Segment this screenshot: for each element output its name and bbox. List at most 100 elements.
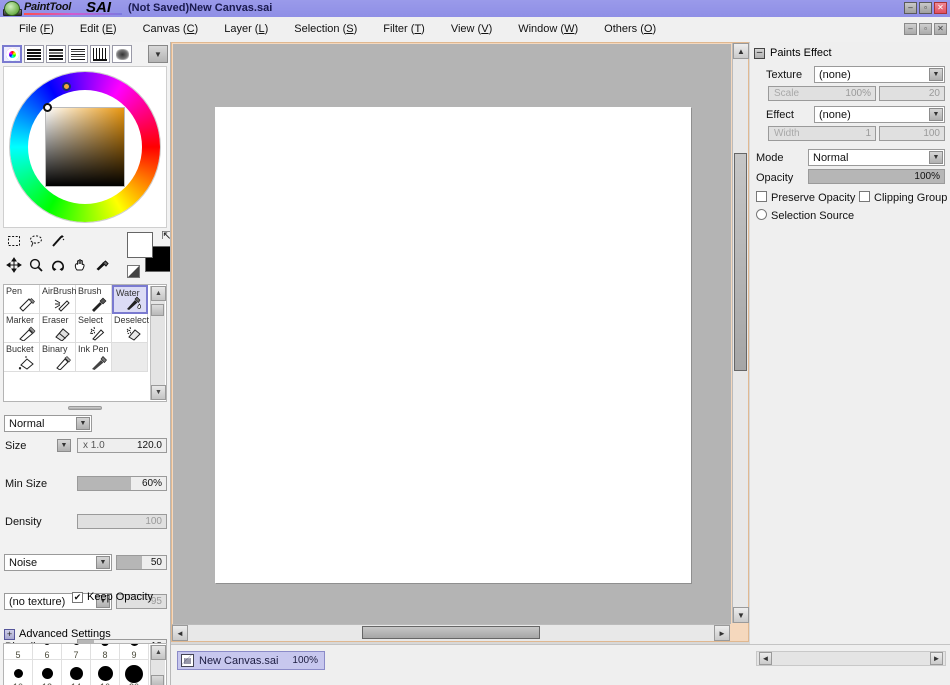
canvas-horizontal-scrollbar[interactable]: ◄ ►	[172, 624, 730, 641]
color-wheel-panel[interactable]	[3, 66, 167, 228]
brush-tool-brush[interactable]: Brush	[76, 285, 112, 314]
texture-scale-slider[interactable]: Scale 100%	[768, 86, 876, 101]
selection-source-radio[interactable]	[756, 209, 767, 220]
canvas-vscroll-thumb[interactable]	[734, 153, 747, 371]
brush-tool-bucket[interactable]: Bucket	[4, 343, 40, 372]
keep-opacity-checkbox[interactable]: ✔	[72, 592, 83, 603]
brush-scroll-down-button[interactable]: ▼	[151, 385, 166, 400]
hsv-sliders-mode-button[interactable]	[46, 45, 66, 63]
mdi-close-button[interactable]: ✕	[934, 23, 947, 35]
status-scroll-right-button[interactable]: ►	[930, 652, 943, 665]
brush-tool-water[interactable]: Water	[112, 285, 148, 314]
menu-item-filter[interactable]: Filter (T)	[370, 17, 438, 42]
foreground-background-swatch[interactable]: ⇱	[127, 230, 171, 278]
foreground-color-swatch[interactable]	[127, 232, 153, 258]
scratchpad-mode-button[interactable]	[112, 45, 132, 63]
blend-mode-combo[interactable]: Normal ▼	[4, 415, 92, 432]
clipping-group-checkbox[interactable]	[859, 191, 870, 202]
default-colors-icon[interactable]	[127, 265, 140, 278]
size-preset-14[interactable]: 14	[62, 660, 91, 685]
size-scroll-thumb[interactable]	[151, 675, 164, 685]
brush-tool-marker[interactable]: Marker	[4, 314, 40, 343]
size-preset-8[interactable]: 8	[91, 643, 120, 660]
brush-scroll-up-button[interactable]: ▲	[151, 286, 166, 301]
layer-opacity-slider[interactable]: 100%	[808, 169, 945, 184]
expand-plus-icon[interactable]: +	[4, 629, 15, 640]
minimize-button[interactable]: –	[904, 2, 917, 14]
brush-tool-eraser[interactable]: Eraser	[40, 314, 76, 343]
panel-menu-button[interactable]: ▼	[148, 45, 168, 63]
size-preset-10[interactable]: 10	[4, 660, 33, 685]
menu-item-others[interactable]: Others (O)	[591, 17, 669, 42]
canvas-scroll-down-button[interactable]: ▼	[733, 607, 749, 623]
brush-tool-pen[interactable]: Pen	[4, 285, 40, 314]
magic-wand-tool[interactable]	[47, 230, 69, 252]
brush-grid-scrollbar[interactable]: ▲ ▼	[150, 286, 165, 400]
canvas-hscroll-thumb[interactable]	[362, 626, 540, 639]
mdi-minimize-button[interactable]: –	[904, 23, 917, 35]
saturation-value-square[interactable]	[45, 107, 125, 187]
sv-marker[interactable]	[43, 103, 52, 112]
size-preset-5[interactable]: 5	[4, 643, 33, 660]
effect-amount-slider[interactable]: 100	[879, 126, 945, 141]
canvas-scroll-left-button[interactable]: ◄	[172, 625, 188, 641]
eyedropper-tool[interactable]	[91, 254, 113, 276]
menu-item-selection[interactable]: Selection (S)	[281, 17, 370, 42]
status-scroll-left-button[interactable]: ◄	[759, 652, 772, 665]
size-options-button[interactable]: ▼	[57, 439, 71, 452]
size-preset-6[interactable]: 6	[33, 643, 62, 660]
advanced-settings-row[interactable]: + Advanced Settings	[4, 628, 111, 640]
preserve-opacity-checkbox[interactable]	[756, 191, 767, 202]
chevron-down-icon[interactable]: ▼	[96, 556, 110, 569]
rotate-tool[interactable]	[47, 254, 69, 276]
brush-tool-binary[interactable]: Binary	[40, 343, 76, 372]
layer-mode-combo[interactable]: Normal ▼	[808, 149, 945, 166]
hue-marker[interactable]	[62, 82, 71, 91]
size-scroll-up-button[interactable]: ▲	[151, 645, 166, 660]
canvas-paper[interactable]	[215, 107, 691, 583]
texture-shape-slider[interactable]: 50	[116, 555, 167, 570]
texture-amount-slider[interactable]: 20	[879, 86, 945, 101]
canvas-scroll-right-button[interactable]: ►	[714, 625, 730, 641]
chevron-down-icon[interactable]: ▼	[929, 108, 943, 121]
mdi-restore-button[interactable]: ▫	[919, 23, 932, 35]
swatches-mode-button[interactable]	[90, 45, 110, 63]
menu-item-window[interactable]: Window (W)	[505, 17, 591, 42]
effect-width-slider[interactable]: Width 1	[768, 126, 876, 141]
move-tool[interactable]	[3, 254, 25, 276]
brush-tool-select[interactable]: Select	[76, 314, 112, 343]
brush-scroll-thumb[interactable]	[151, 304, 164, 316]
rect-select-tool[interactable]	[3, 230, 25, 252]
color-wheel-mode-button[interactable]	[2, 45, 22, 63]
chevron-down-icon[interactable]: ▼	[929, 68, 943, 81]
menu-item-edit[interactable]: Edit (E)	[67, 17, 130, 42]
gradient-mode-button[interactable]	[68, 45, 88, 63]
size-slider[interactable]: x 1.0 120.0	[77, 438, 167, 453]
canvas-scroll-up-button[interactable]: ▲	[733, 43, 749, 59]
menu-item-file[interactable]: File (F)	[6, 17, 67, 42]
size-preset-16[interactable]: 16	[91, 660, 120, 685]
zoom-tool[interactable]	[25, 254, 47, 276]
size-preset-12[interactable]: 12	[33, 660, 62, 685]
paints-texture-combo[interactable]: (none) ▼	[814, 66, 945, 83]
canvas-viewport[interactable]	[173, 44, 731, 624]
size-preset-7[interactable]: 7	[62, 643, 91, 660]
rgb-sliders-mode-button[interactable]	[24, 45, 44, 63]
size-grid-scrollbar[interactable]: ▲ ▼	[150, 645, 165, 685]
menu-item-canvas[interactable]: Canvas (C)	[130, 17, 212, 42]
size-preset-20[interactable]: 20	[120, 660, 149, 685]
min-size-slider[interactable]: 60%	[77, 476, 167, 491]
texture-shape-combo[interactable]: Noise ▼	[4, 554, 112, 571]
swap-colors-icon[interactable]: ⇱	[162, 229, 171, 242]
hand-tool[interactable]	[69, 254, 91, 276]
lasso-tool[interactable]	[25, 230, 47, 252]
chevron-down-icon[interactable]: ▼	[76, 417, 90, 430]
density-slider[interactable]: 100	[77, 514, 167, 529]
status-scroll-region[interactable]: ◄ ►	[756, 651, 946, 666]
brush-tool-airbrush[interactable]: AirBrush	[40, 285, 76, 314]
menu-item-layer[interactable]: Layer (L)	[211, 17, 281, 42]
maximize-button[interactable]: ▫	[919, 2, 932, 14]
paints-effect-header[interactable]: – Paints Effect	[754, 47, 832, 59]
brush-tool-deselect[interactable]: Deselect	[112, 314, 148, 343]
collapse-icon[interactable]: –	[754, 48, 765, 59]
